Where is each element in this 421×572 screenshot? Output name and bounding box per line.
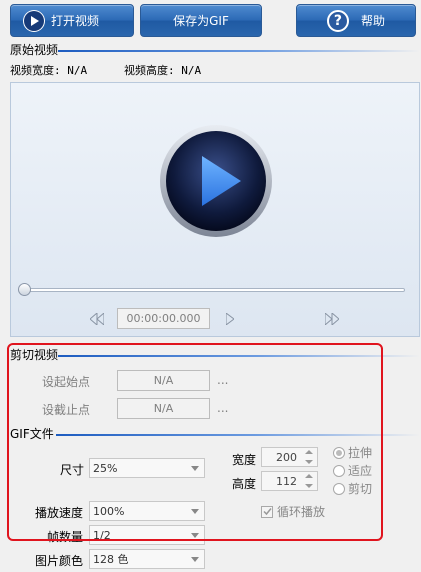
frame-count-label: 帧数量 bbox=[47, 530, 84, 544]
cut-video-title: 剪切视频 bbox=[10, 348, 59, 362]
help-icon: ? bbox=[326, 9, 349, 32]
frame-count-select[interactable]: 1/2 bbox=[89, 525, 205, 545]
height-label: 高度 bbox=[232, 477, 257, 491]
size-label: 尺寸 bbox=[60, 463, 85, 477]
end-point-field[interactable]: N/A bbox=[117, 398, 210, 419]
video-height-label: 视频高度: N/A bbox=[124, 64, 202, 77]
spinner-arrows-icon[interactable] bbox=[302, 474, 315, 488]
section-divider bbox=[56, 434, 420, 436]
chevron-down-icon bbox=[191, 509, 199, 514]
fit-stretch-radio[interactable]: 拉伸 bbox=[333, 444, 372, 461]
seek-track[interactable] bbox=[21, 288, 405, 292]
save-gif-label: 保存为GIF bbox=[173, 14, 229, 28]
end-point-label: 设截止点 bbox=[42, 403, 91, 417]
step-play-icon[interactable] bbox=[226, 313, 234, 325]
chevron-down-icon bbox=[191, 466, 199, 471]
section-divider bbox=[58, 50, 420, 52]
timecode-display: 00:00:00.000 bbox=[117, 308, 210, 329]
original-video-title: 原始视频 bbox=[10, 43, 59, 57]
width-spinner[interactable]: 200 bbox=[261, 447, 318, 467]
open-video-label: 打开视频 bbox=[51, 14, 100, 28]
width-label: 宽度 bbox=[232, 453, 257, 467]
video-preview-panel: 00:00:00.000 bbox=[10, 82, 420, 337]
start-point-label: 设起始点 bbox=[42, 375, 91, 389]
fit-crop-radio[interactable]: 剪切 bbox=[333, 480, 372, 497]
play-speed-label: 播放速度 bbox=[35, 506, 84, 520]
video-width-label: 视频宽度: N/A bbox=[10, 64, 88, 77]
start-point-browse[interactable]: ... bbox=[217, 373, 228, 387]
chevron-down-icon bbox=[191, 557, 199, 562]
loop-play-checkbox[interactable]: 循环播放 bbox=[261, 503, 325, 520]
radio-selected-icon bbox=[333, 446, 345, 459]
section-divider bbox=[58, 355, 420, 357]
open-video-button[interactable]: 打开视频 bbox=[10, 4, 134, 37]
size-select[interactable]: 25% bbox=[89, 458, 205, 478]
seek-thumb[interactable] bbox=[18, 283, 31, 296]
radio-icon bbox=[333, 464, 345, 477]
radio-icon bbox=[333, 482, 345, 495]
start-point-field[interactable]: N/A bbox=[117, 370, 210, 391]
play-button-large[interactable] bbox=[158, 123, 274, 239]
image-color-label: 图片颜色 bbox=[35, 554, 84, 568]
help-button[interactable]: ? 帮助 bbox=[296, 4, 416, 37]
height-spinner[interactable]: 112 bbox=[261, 471, 318, 491]
end-point-browse[interactable]: ... bbox=[217, 401, 228, 415]
play-circle-icon bbox=[23, 9, 45, 32]
fit-adapt-radio[interactable]: 适应 bbox=[333, 462, 372, 479]
rewind-icon[interactable] bbox=[90, 313, 104, 325]
spinner-arrows-icon[interactable] bbox=[302, 450, 315, 464]
help-label: 帮助 bbox=[360, 14, 385, 28]
fast-forward-icon[interactable] bbox=[325, 313, 339, 325]
play-speed-select[interactable]: 100% bbox=[89, 501, 205, 521]
checkbox-checked-icon bbox=[261, 505, 273, 518]
gif-file-title: GIF文件 bbox=[10, 427, 54, 441]
size-value: 25% bbox=[93, 461, 118, 475]
save-gif-button[interactable]: 保存为GIF bbox=[140, 4, 262, 37]
chevron-down-icon bbox=[191, 533, 199, 538]
image-color-select[interactable]: 128 色 bbox=[89, 549, 205, 569]
